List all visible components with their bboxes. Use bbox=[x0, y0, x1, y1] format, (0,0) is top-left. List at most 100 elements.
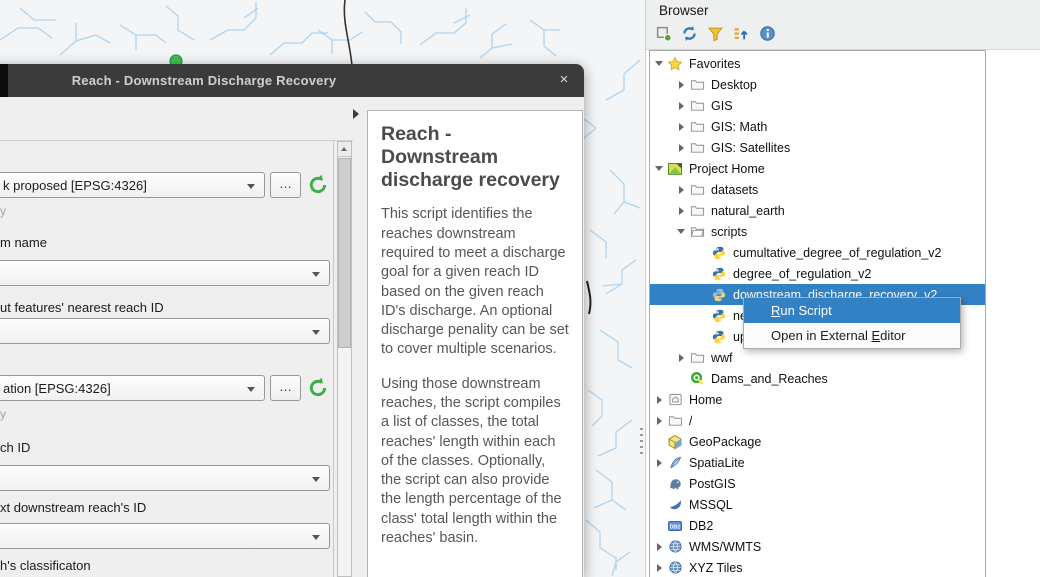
nearest-reach-combobox[interactable] bbox=[0, 318, 330, 344]
form-scrollbar[interactable] bbox=[337, 141, 352, 577]
folder-icon bbox=[688, 77, 706, 92]
tree-item-cumultative-degree-of-regulation-v2[interactable]: cumultative_degree_of_regulation_v2 bbox=[650, 242, 985, 263]
close-icon[interactable]: × bbox=[554, 70, 574, 90]
refresh-icon[interactable] bbox=[680, 24, 698, 42]
collapse-all-icon[interactable] bbox=[732, 24, 750, 42]
dock-splitter-handle[interactable] bbox=[640, 428, 643, 454]
expand-icon[interactable] bbox=[652, 543, 666, 551]
tree-item-root[interactable]: / bbox=[650, 410, 985, 431]
folder-icon bbox=[688, 182, 706, 197]
tree-item-natural-earth[interactable]: natural_earth bbox=[650, 200, 985, 221]
geopackage-icon bbox=[666, 434, 684, 450]
menu-item-open-in-external-editor[interactable]: Open in External Editor bbox=[744, 323, 960, 348]
dialog-body: k proposed [EPSG:4326] … y m name ut fea… bbox=[0, 97, 584, 577]
tree-item-datasets[interactable]: datasets bbox=[650, 179, 985, 200]
station-layer-combobox[interactable]: ation [EPSG:4326] bbox=[0, 375, 265, 401]
expand-icon[interactable] bbox=[674, 144, 688, 152]
python-script-icon bbox=[710, 246, 728, 260]
goal-layer-combobox[interactable]: k proposed [EPSG:4326] bbox=[0, 172, 265, 198]
expand-icon[interactable] bbox=[652, 564, 666, 572]
globe-icon bbox=[666, 539, 684, 554]
tree-item-wms-wmts[interactable]: WMS/WMTS bbox=[650, 536, 985, 557]
globe-icon bbox=[666, 560, 684, 575]
folder-icon bbox=[688, 140, 706, 155]
browser-toolbar bbox=[654, 24, 776, 42]
menu-item-run-script[interactable]: Run Script bbox=[744, 298, 960, 323]
folder-open-icon bbox=[688, 224, 706, 239]
browser-header: Browser bbox=[646, 0, 1040, 50]
tree-item-spatialite[interactable]: SpatiaLite bbox=[650, 452, 985, 473]
qgis-window: Reach - Downstream Discharge Recovery × … bbox=[0, 0, 1040, 577]
db2-icon: DB2 bbox=[666, 518, 684, 534]
scroll-up-icon[interactable] bbox=[338, 142, 351, 157]
collapse-icon[interactable] bbox=[674, 229, 688, 234]
browse-button[interactable]: … bbox=[270, 172, 301, 198]
qgis-project-icon bbox=[688, 371, 706, 386]
tree-item-gis-satellites[interactable]: GIS: Satellites bbox=[650, 137, 985, 158]
column-name-label: m name bbox=[0, 235, 47, 250]
expand-icon[interactable] bbox=[674, 207, 688, 215]
expand-icon[interactable] bbox=[674, 186, 688, 194]
processing-dialog: Reach - Downstream Discharge Recovery × … bbox=[0, 64, 584, 577]
tree-item-dams-and-reaches[interactable]: Dams_and_Reaches bbox=[650, 368, 985, 389]
browser-panel: Browser bbox=[645, 0, 1040, 577]
folder-icon bbox=[688, 203, 706, 218]
home-icon bbox=[666, 392, 684, 407]
help-collapse-icon[interactable] bbox=[353, 109, 359, 119]
folder-icon bbox=[688, 119, 706, 134]
expand-icon[interactable] bbox=[674, 102, 688, 110]
tree-item-home[interactable]: Home bbox=[650, 389, 985, 410]
combobox-value: k proposed [EPSG:4326] bbox=[3, 178, 147, 193]
tree-item-degree-of-regulation-v2[interactable]: degree_of_regulation_v2 bbox=[650, 263, 985, 284]
expand-icon[interactable] bbox=[674, 354, 688, 362]
column-name-combobox[interactable] bbox=[0, 260, 330, 286]
divider bbox=[0, 140, 353, 141]
help-paragraph: Using those downstream reaches, the scri… bbox=[381, 375, 569, 549]
tree-item-favorites[interactable]: Favorites bbox=[650, 53, 985, 74]
python-script-icon bbox=[710, 330, 728, 344]
tree-item-postgis[interactable]: PostGIS bbox=[650, 473, 985, 494]
expand-icon[interactable] bbox=[652, 459, 666, 467]
tree-item-gis-math[interactable]: GIS: Math bbox=[650, 116, 985, 137]
folder-icon bbox=[688, 350, 706, 365]
tree-item-desktop[interactable]: Desktop bbox=[650, 74, 985, 95]
expand-icon[interactable] bbox=[674, 123, 688, 131]
expand-icon[interactable] bbox=[652, 417, 666, 425]
mssql-icon bbox=[666, 497, 684, 512]
folder-icon bbox=[688, 98, 706, 113]
reach-id-combobox[interactable] bbox=[0, 465, 330, 491]
add-selected-layers-icon[interactable] bbox=[654, 24, 672, 42]
tree-item-gis[interactable]: GIS bbox=[650, 95, 985, 116]
tree-item-scripts[interactable]: scripts bbox=[650, 221, 985, 242]
help-title: Reach - Downstream discharge recovery bbox=[381, 123, 569, 191]
context-menu: Run Script Open in External Editor bbox=[743, 297, 961, 349]
next-downstream-label: xt downstream reach's ID bbox=[0, 500, 146, 515]
reload-layer-icon[interactable] bbox=[306, 173, 330, 197]
tree-item-geopackage[interactable]: GeoPackage bbox=[650, 431, 985, 452]
dialog-titlebar[interactable]: Reach - Downstream Discharge Recovery × bbox=[0, 64, 584, 97]
star-icon bbox=[666, 56, 684, 72]
chevron-down-icon bbox=[247, 387, 255, 392]
chevron-down-icon bbox=[247, 184, 255, 189]
filter-browser-icon[interactable] bbox=[706, 24, 724, 42]
folder-icon bbox=[666, 413, 684, 428]
tree-item-xyz-tiles[interactable]: XYZ Tiles bbox=[650, 557, 985, 577]
collapse-icon[interactable] bbox=[652, 61, 666, 66]
help-panel: Reach - Downstream discharge recovery Th… bbox=[367, 110, 583, 577]
next-downstream-combobox[interactable] bbox=[0, 523, 330, 549]
properties-icon[interactable] bbox=[758, 24, 776, 42]
nearest-reach-label: ut features' nearest reach ID bbox=[0, 300, 164, 315]
expand-icon[interactable] bbox=[652, 396, 666, 404]
tree-item-wwf[interactable]: wwf bbox=[650, 347, 985, 368]
tree-item-db2[interactable]: DB2 DB2 bbox=[650, 515, 985, 536]
scrollbar-thumb[interactable] bbox=[338, 158, 351, 348]
collapse-icon[interactable] bbox=[652, 166, 666, 171]
map-feature-line bbox=[587, 281, 590, 314]
expand-icon[interactable] bbox=[674, 81, 688, 89]
project-home-icon bbox=[666, 161, 684, 177]
reload-layer-icon[interactable] bbox=[306, 376, 330, 400]
tree-item-project-home[interactable]: Project Home bbox=[650, 158, 985, 179]
tree-item-mssql[interactable]: MSSQL bbox=[650, 494, 985, 515]
browser-panel-title: Browser bbox=[659, 3, 709, 18]
browse-button[interactable]: … bbox=[270, 375, 301, 401]
